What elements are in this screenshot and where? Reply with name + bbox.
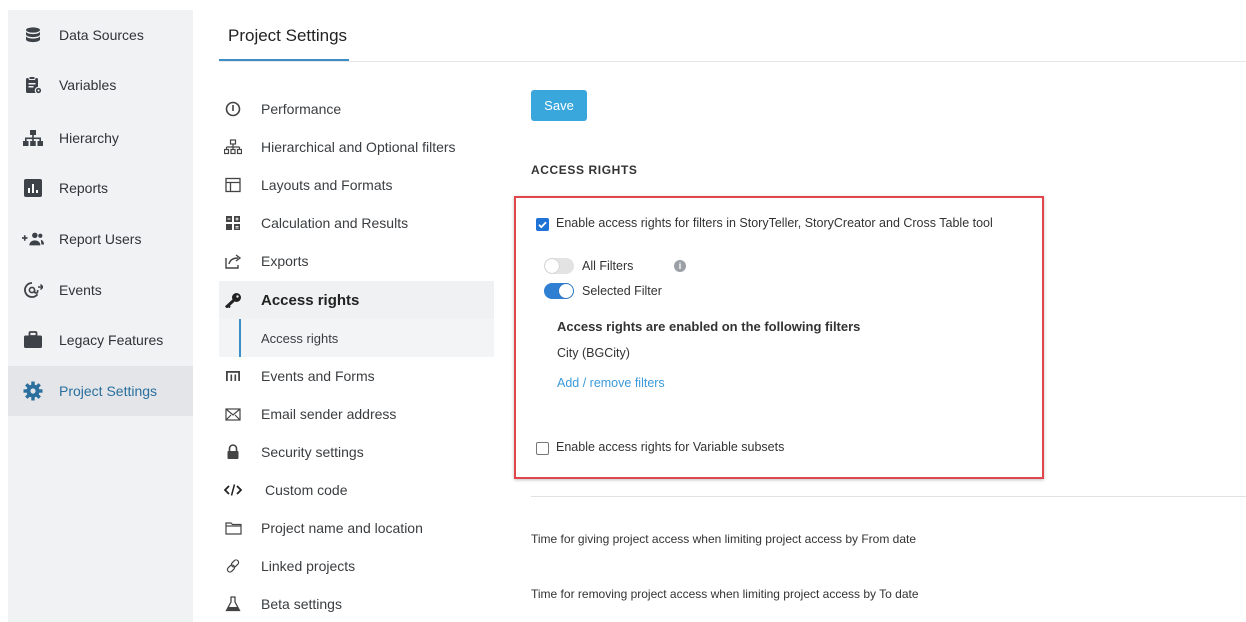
menu-item-label: Performance: [261, 101, 342, 117]
gear-icon: [22, 380, 44, 402]
menu-item-linked-projects[interactable]: Linked projects: [219, 547, 494, 585]
add-users-icon: [22, 228, 44, 250]
menu-item-label: Exports: [261, 253, 309, 269]
menu-item-label: Layouts and Formats: [261, 177, 393, 193]
save-button[interactable]: Save: [531, 90, 587, 121]
sidebar-item-label: Data Sources: [59, 27, 144, 43]
sidebar-item-label: Reports: [59, 180, 109, 196]
folder-icon: [223, 518, 243, 538]
menu-item-beta-settings[interactable]: Beta settings: [219, 585, 494, 622]
key-icon: [223, 290, 243, 310]
menu-item-layouts-formats[interactable]: Layouts and Formats: [219, 166, 494, 204]
selected-filter-label: Selected Filter: [582, 284, 662, 298]
header-divider: [219, 61, 1246, 62]
menu-item-performance[interactable]: Performance: [219, 90, 494, 128]
sidebar-item-events[interactable]: Events: [8, 265, 193, 315]
active-subitem-indicator: [239, 319, 241, 357]
menu-item-label: Security settings: [261, 444, 364, 460]
menu-item-label: Calculation and Results: [261, 215, 409, 231]
add-remove-filters-link[interactable]: Add / remove filters: [557, 376, 665, 390]
menu-item-exports[interactable]: Exports: [219, 242, 494, 280]
clipboard-gear-icon: [22, 74, 44, 96]
events-icon: [22, 279, 44, 301]
sidebar-item-hierarchy[interactable]: Hierarchy: [8, 113, 193, 163]
enable-variables-checkbox[interactable]: [536, 442, 549, 455]
menu-subitem-access-rights[interactable]: Access rights: [219, 319, 494, 357]
sidebar-item-legacy-features[interactable]: Legacy Features: [8, 315, 193, 365]
menu-item-label: Custom code: [265, 482, 348, 498]
main-sidebar: Data Sources Variables Hierarchy Reports…: [8, 10, 193, 622]
menu-item-hierarchical-filters[interactable]: Hierarchical and Optional filters: [219, 128, 494, 166]
envelope-icon: [223, 404, 243, 424]
menu-item-label: Email sender address: [261, 406, 397, 422]
hierarchy-filter-icon: [223, 137, 243, 157]
toggle-knob: [559, 284, 573, 298]
menu-item-label: Events and Forms: [261, 368, 375, 384]
sidebar-item-project-settings[interactable]: Project Settings: [8, 366, 193, 416]
enable-filters-label: Enable access rights for filters in Stor…: [556, 216, 993, 230]
sidebar-item-label: Hierarchy: [59, 130, 119, 146]
events-forms-icon: [223, 366, 243, 386]
hierarchy-icon: [22, 127, 44, 149]
enabled-filters-heading: Access rights are enabled on the followi…: [557, 319, 861, 334]
from-date-label: Time for giving project access when limi…: [531, 532, 917, 546]
section-title: ACCESS RIGHTS: [531, 163, 638, 177]
database-icon: [22, 24, 44, 46]
info-icon[interactable]: i: [674, 260, 686, 272]
menu-item-custom-code[interactable]: Custom code: [219, 471, 494, 509]
enable-variables-label: Enable access rights for Variable subset…: [556, 440, 785, 454]
menu-item-label: Project name and location: [261, 520, 423, 536]
menu-item-calculation-results[interactable]: Calculation and Results: [219, 204, 494, 242]
sidebar-item-label: Legacy Features: [59, 332, 164, 348]
menu-item-label: Beta settings: [261, 596, 342, 612]
to-date-label: Time for removing project access when li…: [531, 587, 919, 601]
all-filters-label: All Filters: [582, 259, 634, 273]
menu-item-project-name-location[interactable]: Project name and location: [219, 509, 494, 547]
sidebar-item-reports[interactable]: Reports: [8, 163, 193, 213]
flask-icon: [223, 594, 243, 614]
bar-chart-icon: [22, 177, 44, 199]
menu-item-label: Access rights: [261, 291, 360, 309]
sidebar-item-label: Project Settings: [59, 383, 158, 399]
section-divider: [531, 496, 1246, 497]
menu-item-access-rights[interactable]: Access rights: [219, 281, 494, 319]
sidebar-item-label: Report Users: [59, 231, 142, 247]
calculator-icon: [223, 213, 243, 233]
export-icon: [223, 251, 243, 271]
selected-filter-toggle[interactable]: [544, 283, 574, 299]
menu-item-security-settings[interactable]: Security settings: [219, 433, 494, 471]
link-icon: [223, 556, 243, 576]
performance-icon: [223, 99, 243, 119]
sidebar-item-label: Variables: [59, 77, 117, 93]
sidebar-item-variables[interactable]: Variables: [8, 60, 193, 110]
code-icon: [223, 480, 243, 500]
menu-item-label: Linked projects: [261, 558, 356, 574]
page-title: Project Settings: [228, 26, 348, 45]
menu-item-label: Hierarchical and Optional filters: [261, 139, 456, 155]
briefcase-icon: [22, 329, 44, 351]
menu-item-email-sender[interactable]: Email sender address: [219, 395, 494, 433]
enabled-filter-item: City (BGCity): [557, 346, 630, 360]
menu-item-events-forms[interactable]: Events and Forms: [219, 357, 494, 395]
lock-icon: [223, 442, 243, 462]
layout-icon: [223, 175, 243, 195]
enable-filters-checkbox[interactable]: [536, 218, 549, 231]
sidebar-item-label: Events: [59, 282, 102, 298]
all-filters-toggle[interactable]: [544, 258, 574, 274]
toggle-knob: [545, 259, 559, 273]
sidebar-item-data-sources[interactable]: Data Sources: [8, 10, 193, 60]
menu-item-label: Access rights: [261, 330, 339, 346]
sidebar-item-report-users[interactable]: Report Users: [8, 214, 193, 264]
highlight-annotation-box: [514, 196, 1044, 479]
